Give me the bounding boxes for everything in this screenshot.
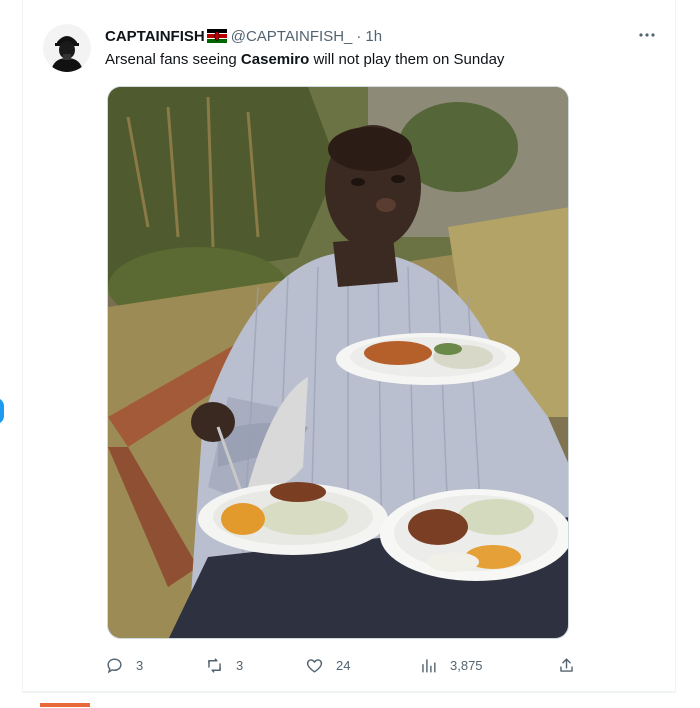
- views-count: 3,875: [450, 657, 483, 673]
- author-handle[interactable]: @CAPTAINFISH_: [231, 28, 353, 45]
- views-icon: [422, 658, 436, 673]
- tweet-text-end: will not play them on Sunday: [309, 51, 505, 68]
- retweet-count: 3: [236, 657, 244, 673]
- reply-button[interactable]: 3: [105, 652, 143, 678]
- reply-icon: [107, 657, 122, 673]
- retweet-button[interactable]: 3: [205, 652, 243, 678]
- avatar[interactable]: [43, 24, 91, 72]
- like-button[interactable]: 24: [305, 652, 350, 678]
- tweet-actions: 3 3 24 3,875: [105, 652, 575, 678]
- tweet-text: Arsenal fans seeing Casemiro will not pl…: [105, 49, 655, 71]
- separator: ·: [356, 27, 362, 45]
- tweet-photo[interactable]: [107, 86, 569, 639]
- next-tweet-avatar-edge: [40, 703, 90, 707]
- next-tweet-edge: [22, 692, 676, 708]
- retweet-icon: [208, 657, 221, 673]
- author-name[interactable]: CAPTAINFISH: [105, 28, 205, 45]
- views-button[interactable]: 3,875: [419, 652, 483, 678]
- share-button[interactable]: [557, 652, 588, 678]
- heart-icon: [306, 658, 323, 673]
- more-options-icon[interactable]: [637, 26, 657, 44]
- reply-count: 3: [136, 657, 144, 673]
- tweet-header: CAPTAINFISH @CAPTAINFISH_ · 1h: [105, 25, 655, 47]
- tweet-text-bold: Casemiro: [240, 51, 310, 68]
- like-count: 24: [336, 657, 351, 673]
- timestamp[interactable]: 1h: [365, 28, 382, 45]
- share-icon: [560, 657, 573, 672]
- kenya-flag-icon: [206, 29, 227, 43]
- tweet-card[interactable]: CAPTAINFISH @CAPTAINFISH_ · 1h Arsenal f…: [22, 0, 676, 692]
- tweet-text-start: Arsenal fans seeing: [105, 51, 241, 68]
- scroll-indicator: [0, 398, 4, 424]
